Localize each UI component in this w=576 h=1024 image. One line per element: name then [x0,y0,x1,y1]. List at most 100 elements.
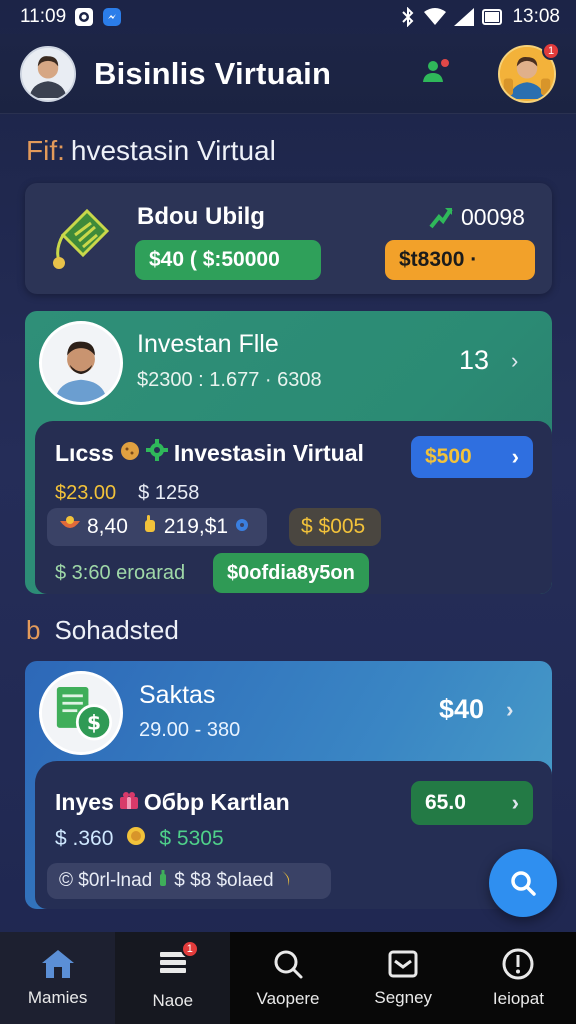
nav-item-stack[interactable]: 1 Naoe [115,932,231,1024]
detail-title-prefix: Lıcss [55,439,114,466]
investor-card[interactable]: Investan Flle $2300 : 1.677 · 6308 13 › … [25,311,552,594]
nav-item-alert[interactable]: Ieiopat [461,932,576,1024]
nav-label: Mamies [27,988,88,1007]
signal-icon [454,8,475,26]
battery-icon [482,8,504,26]
nav-item-home[interactable]: Mamies [0,932,116,1024]
sales-chip-text: © $0rl-lnad [59,870,153,891]
sales-title: Saktas [139,681,216,709]
notification-app-icon [74,7,94,27]
section-label: Sohadsted [54,615,179,645]
status-left: 11:09 [20,6,122,28]
chevron-right-icon: › [511,444,519,469]
status-bar: 11:09 13:08 [0,0,576,34]
section-prefix: Fif: [26,135,65,166]
person-avatar-icon [22,47,74,98]
nav-label: Ieiopat [492,989,544,1008]
detail-footer-text: $ 3:60 eroarad [55,562,186,584]
nav-item-inbox[interactable]: Segney [346,932,461,1024]
investment-detail-card[interactable]: Lıcss Investasin Virtual $23.00 $ 1258 $… [35,421,552,594]
status-right: 13:08 [400,6,560,28]
bluetooth-icon [400,7,416,27]
bottom-nav: Mamies 1 Naoe Vaopere Segney Ieiopat [0,932,576,1024]
home-icon [41,950,74,978]
search-fab[interactable] [489,849,557,917]
chevron-right-icon: › [511,347,519,373]
chip-1-value: 8,40 [87,515,128,538]
sales-image: $ [39,671,123,755]
summary-title: Bdou Ubilg [137,203,265,230]
investment-detail-title: Lıcss Investasin Virtual [55,439,364,467]
section-label: hvestasin Virtual [70,135,276,166]
sales-amount: $40 [439,694,485,724]
status-time: 11:09 [20,6,67,27]
detail-chip-3[interactable]: $ $005 [289,508,381,546]
sales-amount-cyan: $ .360 [55,827,114,850]
summary-green-pill[interactable]: $40 ( $:50000 [135,240,321,280]
app-header: Bisinlis Virtuain 1 [0,34,576,114]
section-title-scheduled: b Sohadsted [26,615,179,646]
bottle-icon [158,869,168,893]
summary-trend-value: 00098 [461,203,525,230]
nav-label: Segney [374,988,433,1007]
money-document-icon: $ [42,674,120,752]
investor-count-link[interactable]: 13 › [459,345,518,376]
gift-icon [118,789,140,816]
sales-detail-card[interactable]: Inyes Oбbp Kartlan $ .360 $ 5305 65.0 › … [35,761,552,909]
summary-card[interactable]: Bdou Ubilg 00098 $40 ( $:50000 $t8300 · [25,183,552,294]
wifi-icon [424,8,447,26]
investor-values: $2300 : 1.677 · 6308 [137,369,322,391]
chip-2-value: 219,$1 [163,515,229,538]
sales-amount-green: $ 5305 [159,827,224,850]
nav-badge: 1 [180,939,199,958]
sales-detail-name: Oбbp Kartlan [143,789,290,815]
inbox-icon [388,950,418,978]
status-clock-right: 13:08 [512,6,560,27]
messenger-app-icon [102,7,122,27]
detail-chip-1[interactable]: 8,40 219,$1 [47,508,267,546]
detail-blue-pill[interactable]: $500 › [411,436,533,478]
detail-title: Investasin Virtual [173,439,364,466]
investor-count: 13 [459,345,490,375]
profile-avatar-wrap[interactable]: 1 [498,41,560,103]
detail-amounts: $23.00 $ 1258 [55,482,199,505]
sales-detail-amounts: $ .360 $ 5305 [55,825,224,853]
notification-badge: 1 [542,41,560,60]
document-tag-icon [49,205,113,276]
hand-icon [142,514,158,540]
summary-orange-pill[interactable]: $t8300 · [385,240,535,280]
svg-text:$: $ [87,711,101,735]
header-actions: 1 [420,41,560,103]
trend-up-icon [429,207,453,229]
app-title: Bisinlis Virtuain [94,55,332,91]
detail-green-button[interactable]: $0ofdia8y5on [213,553,369,593]
user-avatar[interactable] [20,45,76,102]
alert-icon [502,948,534,980]
detail-amount-white: $ 1258 [138,482,200,504]
detail-blue-pill-label: $500 [425,445,472,468]
section-prefix: b [26,615,41,645]
sales-green-pill-label: 65.0 [425,791,466,814]
summary-trend: 00098 [427,203,525,231]
sales-title-prefix: Inyes [55,789,114,815]
puzzle-icon [234,515,250,539]
man-portrait-icon [42,324,120,402]
sales-amount-link[interactable]: $40 › [439,694,513,725]
detail-amount-yellow: $23.00 [55,482,117,504]
nav-label: Naoe [152,990,194,1010]
sales-chip[interactable]: © $0rl-lnad $ $8 $olaed [47,863,331,899]
sales-green-pill[interactable]: 65.0 › [411,781,533,825]
coin-icon [125,825,147,853]
nav-item-search[interactable]: Vaopere [230,932,345,1024]
banana-icon [280,869,294,893]
investor-avatar [39,321,123,405]
sales-chip-text-2: $ $8 $olaed [174,870,274,891]
search-icon [274,950,303,979]
sales-card[interactable]: $ Saktas 29.00 - 380 $40 › Inyes Oбbp Ka… [25,661,552,909]
section-title-investments: Fif: hvestasin Virtual [26,135,276,167]
nav-label: Vaopere [256,989,320,1008]
sales-values: 29.00 - 380 [139,719,241,741]
people-icon[interactable] [420,54,454,93]
search-icon [511,871,536,896]
chevron-right-icon: › [506,696,514,722]
